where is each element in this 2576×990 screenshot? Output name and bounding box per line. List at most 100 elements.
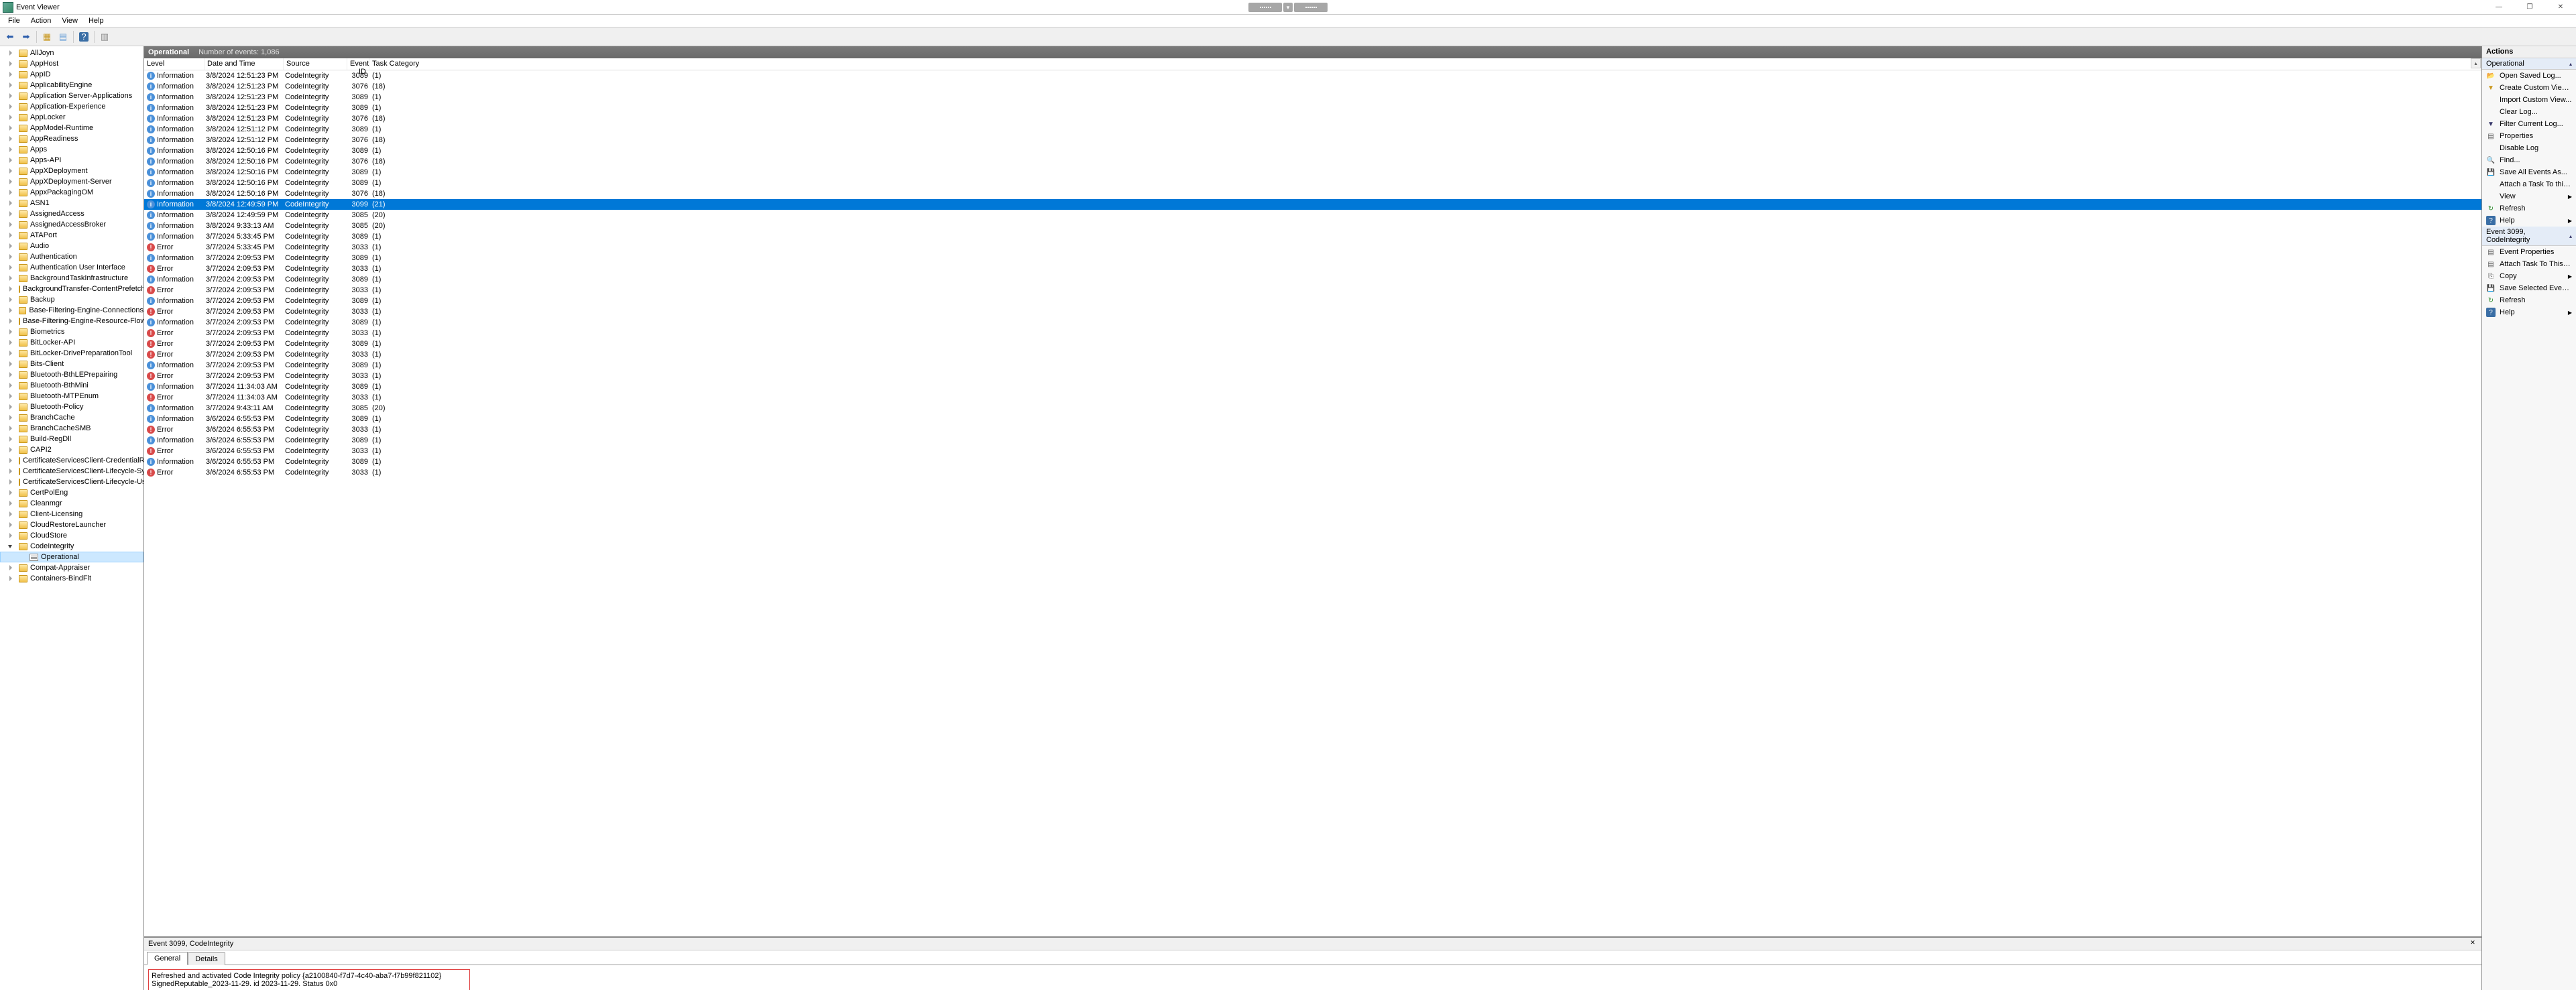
tree-item-bluetooth-mtpenum[interactable]: Bluetooth-MTPEnum xyxy=(0,391,143,401)
event-row[interactable]: Information3/6/2024 6:55:53 PMCodeIntegr… xyxy=(144,456,2481,467)
tree-item-branchcache[interactable]: BranchCache xyxy=(0,412,143,423)
tree-item-bitlocker-drivepreparationtool[interactable]: BitLocker-DrivePreparationTool xyxy=(0,348,143,359)
tree-item-authentication-user-interface[interactable]: Authentication User Interface xyxy=(0,262,143,273)
tree-item-bluetooth-bthmini[interactable]: Bluetooth-BthMini xyxy=(0,380,143,391)
event-grid[interactable]: Level Date and Time Source Event ID Task… xyxy=(144,58,2481,936)
tree-item-certificateservicesclient-credentialroaming[interactable]: CertificateServicesClient-CredentialRoam… xyxy=(0,455,143,466)
event-row[interactable]: Error3/7/2024 11:34:03 AMCodeIntegrity30… xyxy=(144,392,2481,403)
tree-item-asn1[interactable]: ASN1 xyxy=(0,198,143,208)
tree-item-base-filtering-engine-connections[interactable]: Base-Filtering-Engine-Connections xyxy=(0,305,143,316)
event-row[interactable]: Error3/7/2024 2:09:53 PMCodeIntegrity308… xyxy=(144,338,2481,349)
event-row[interactable]: Information3/6/2024 6:55:53 PMCodeIntegr… xyxy=(144,414,2481,424)
tree-item-backgroundtaskinfrastructure[interactable]: BackgroundTaskInfrastructure xyxy=(0,273,143,284)
tree-item-bitlocker-api[interactable]: BitLocker-API xyxy=(0,337,143,348)
collapse-icon[interactable]: ▴ xyxy=(2569,61,2572,67)
action-filter-current-log[interactable]: ▼Filter Current Log... xyxy=(2482,118,2576,130)
event-row[interactable]: Information3/8/2024 12:51:12 PMCodeInteg… xyxy=(144,135,2481,145)
tree-item-certificateservicesclient-lifecycle-user[interactable]: CertificateServicesClient-Lifecycle-User xyxy=(0,477,143,487)
tree-item-authentication[interactable]: Authentication xyxy=(0,251,143,262)
event-row[interactable]: Information3/7/2024 5:33:45 PMCodeIntegr… xyxy=(144,231,2481,242)
event-row[interactable]: Information3/7/2024 9:43:11 AMCodeIntegr… xyxy=(144,403,2481,414)
event-row[interactable]: Information3/8/2024 12:51:23 PMCodeInteg… xyxy=(144,113,2481,124)
event-row[interactable]: Information3/8/2024 12:50:16 PMCodeInteg… xyxy=(144,188,2481,199)
extra-toolbar-button[interactable]: ▥ xyxy=(97,29,112,44)
tree-item-audio[interactable]: Audio xyxy=(0,241,143,251)
event-row[interactable]: Error3/7/2024 2:09:53 PMCodeIntegrity303… xyxy=(144,371,2481,381)
action-import-custom-view[interactable]: Import Custom View... xyxy=(2482,94,2576,106)
tree-item-bluetooth-bthleprepairing[interactable]: Bluetooth-BthLEPrepairing xyxy=(0,369,143,380)
tree-item-client-licensing[interactable]: Client-Licensing xyxy=(0,509,143,519)
tab-details[interactable]: Details xyxy=(188,952,225,965)
tree-item-certificateservicesclient-lifecycle-system[interactable]: CertificateServicesClient-Lifecycle-Syst… xyxy=(0,466,143,477)
event-row[interactable]: Information3/8/2024 12:50:16 PMCodeInteg… xyxy=(144,156,2481,167)
tree-item-bits-client[interactable]: Bits-Client xyxy=(0,359,143,369)
event-row[interactable]: Information3/8/2024 12:50:16 PMCodeInteg… xyxy=(144,178,2481,188)
event-row[interactable]: Error3/7/2024 2:09:53 PMCodeIntegrity303… xyxy=(144,328,2481,338)
tree-item-applicabilityengine[interactable]: ApplicabilityEngine xyxy=(0,80,143,90)
action-view[interactable]: View▶ xyxy=(2482,190,2576,202)
tree-item-assignedaccessbroker[interactable]: AssignedAccessBroker xyxy=(0,219,143,230)
tree-item-appxdeployment-server[interactable]: AppXDeployment-Server xyxy=(0,176,143,187)
col-source[interactable]: Source xyxy=(284,58,347,70)
back-button[interactable]: ⬅ xyxy=(3,29,17,44)
action-open-saved-log[interactable]: 📂Open Saved Log... xyxy=(2482,70,2576,82)
tree-item-backup[interactable]: Backup xyxy=(0,294,143,305)
event-row[interactable]: Information3/7/2024 2:09:53 PMCodeIntegr… xyxy=(144,360,2481,371)
tree-item-appxpackagingom[interactable]: AppxPackagingOM xyxy=(0,187,143,198)
minimize-button[interactable]: — xyxy=(2483,0,2514,14)
tree-item-apps[interactable]: Apps xyxy=(0,144,143,155)
actions-section-event[interactable]: Event 3099, CodeIntegrity▴ xyxy=(2482,227,2576,246)
tree-item-biometrics[interactable]: Biometrics xyxy=(0,326,143,337)
event-row[interactable]: Error3/6/2024 6:55:53 PMCodeIntegrity303… xyxy=(144,467,2481,478)
action-disable-log[interactable]: Disable Log xyxy=(2482,142,2576,154)
tree-item-branchcachesmb[interactable]: BranchCacheSMB xyxy=(0,423,143,434)
tree-item-appxdeployment[interactable]: AppXDeployment xyxy=(0,166,143,176)
forward-button[interactable]: ➡ xyxy=(19,29,34,44)
event-row[interactable]: Error3/7/2024 2:09:53 PMCodeIntegrity303… xyxy=(144,263,2481,274)
help-toolbar-button[interactable]: ? xyxy=(76,29,91,44)
event-row[interactable]: Information3/7/2024 11:34:03 AMCodeInteg… xyxy=(144,381,2481,392)
tree-item-appmodel-runtime[interactable]: AppModel-Runtime xyxy=(0,123,143,133)
tree-item-cleanmgr[interactable]: Cleanmgr xyxy=(0,498,143,509)
event-row[interactable]: Information3/8/2024 12:51:23 PMCodeInteg… xyxy=(144,103,2481,113)
event-row[interactable]: Information3/8/2024 12:49:59 PMCodeInteg… xyxy=(144,210,2481,221)
show-hide-tree-button[interactable]: ▦ xyxy=(40,29,54,44)
tree-item-alljoyn[interactable]: AllJoyn xyxy=(0,48,143,58)
event-row[interactable]: Information3/7/2024 2:09:53 PMCodeIntegr… xyxy=(144,253,2481,263)
tree-item-assignedaccess[interactable]: AssignedAccess xyxy=(0,208,143,219)
event-row[interactable]: Information3/7/2024 2:09:53 PMCodeIntegr… xyxy=(144,296,2481,306)
action-save-all-events-as[interactable]: 💾Save All Events As... xyxy=(2482,166,2576,178)
event-row[interactable]: Information3/8/2024 12:51:23 PMCodeInteg… xyxy=(144,70,2481,81)
event-row[interactable]: Error3/7/2024 2:09:53 PMCodeIntegrity303… xyxy=(144,306,2481,317)
col-level[interactable]: Level xyxy=(144,58,204,70)
action-refresh[interactable]: ↻Refresh xyxy=(2482,294,2576,306)
event-row[interactable]: Error3/7/2024 5:33:45 PMCodeIntegrity303… xyxy=(144,242,2481,253)
action-help[interactable]: ?Help▶ xyxy=(2482,214,2576,227)
action-save-selected-events[interactable]: 💾Save Selected Events... xyxy=(2482,282,2576,294)
action-event-properties[interactable]: ▤Event Properties xyxy=(2482,246,2576,258)
actions-section-operational[interactable]: Operational▴ xyxy=(2482,58,2576,70)
tree-item-containers-bindflt[interactable]: Containers-BindFlt xyxy=(0,573,143,584)
collapse-icon[interactable]: ▴ xyxy=(2569,233,2572,239)
maximize-button[interactable]: ❐ xyxy=(2514,0,2545,14)
event-row[interactable]: Information3/6/2024 6:55:53 PMCodeIntegr… xyxy=(144,435,2481,446)
menu-file[interactable]: File xyxy=(3,15,25,26)
col-category[interactable]: Task Category xyxy=(369,58,2481,70)
menu-view[interactable]: View xyxy=(56,15,83,26)
tree-item-operational[interactable]: Operational xyxy=(0,552,143,562)
tree-item-application-server-applications[interactable]: Application Server-Applications xyxy=(0,90,143,101)
action-find[interactable]: 🔍Find... xyxy=(2482,154,2576,166)
action-clear-log[interactable]: Clear Log... xyxy=(2482,106,2576,118)
col-eventid[interactable]: Event ID xyxy=(347,58,369,70)
scroll-up-icon[interactable]: ▴ xyxy=(2471,58,2481,68)
tree-item-certpoleng[interactable]: CertPolEng xyxy=(0,487,143,498)
event-row[interactable]: Information3/7/2024 2:09:53 PMCodeIntegr… xyxy=(144,274,2481,285)
action-create-custom-view[interactable]: ▼Create Custom View... xyxy=(2482,82,2576,94)
action-properties[interactable]: ▤Properties xyxy=(2482,130,2576,142)
event-row[interactable]: Information3/8/2024 12:51:23 PMCodeInteg… xyxy=(144,92,2481,103)
tree-item-application-experience[interactable]: Application-Experience xyxy=(0,101,143,112)
tree-item-ataport[interactable]: ATAPort xyxy=(0,230,143,241)
event-row[interactable]: Error3/7/2024 2:09:53 PMCodeIntegrity303… xyxy=(144,349,2481,360)
event-row[interactable]: Information3/7/2024 2:09:53 PMCodeIntegr… xyxy=(144,317,2481,328)
navigation-tree[interactable]: AllJoynAppHostAppIDApplicabilityEngineAp… xyxy=(0,46,144,990)
